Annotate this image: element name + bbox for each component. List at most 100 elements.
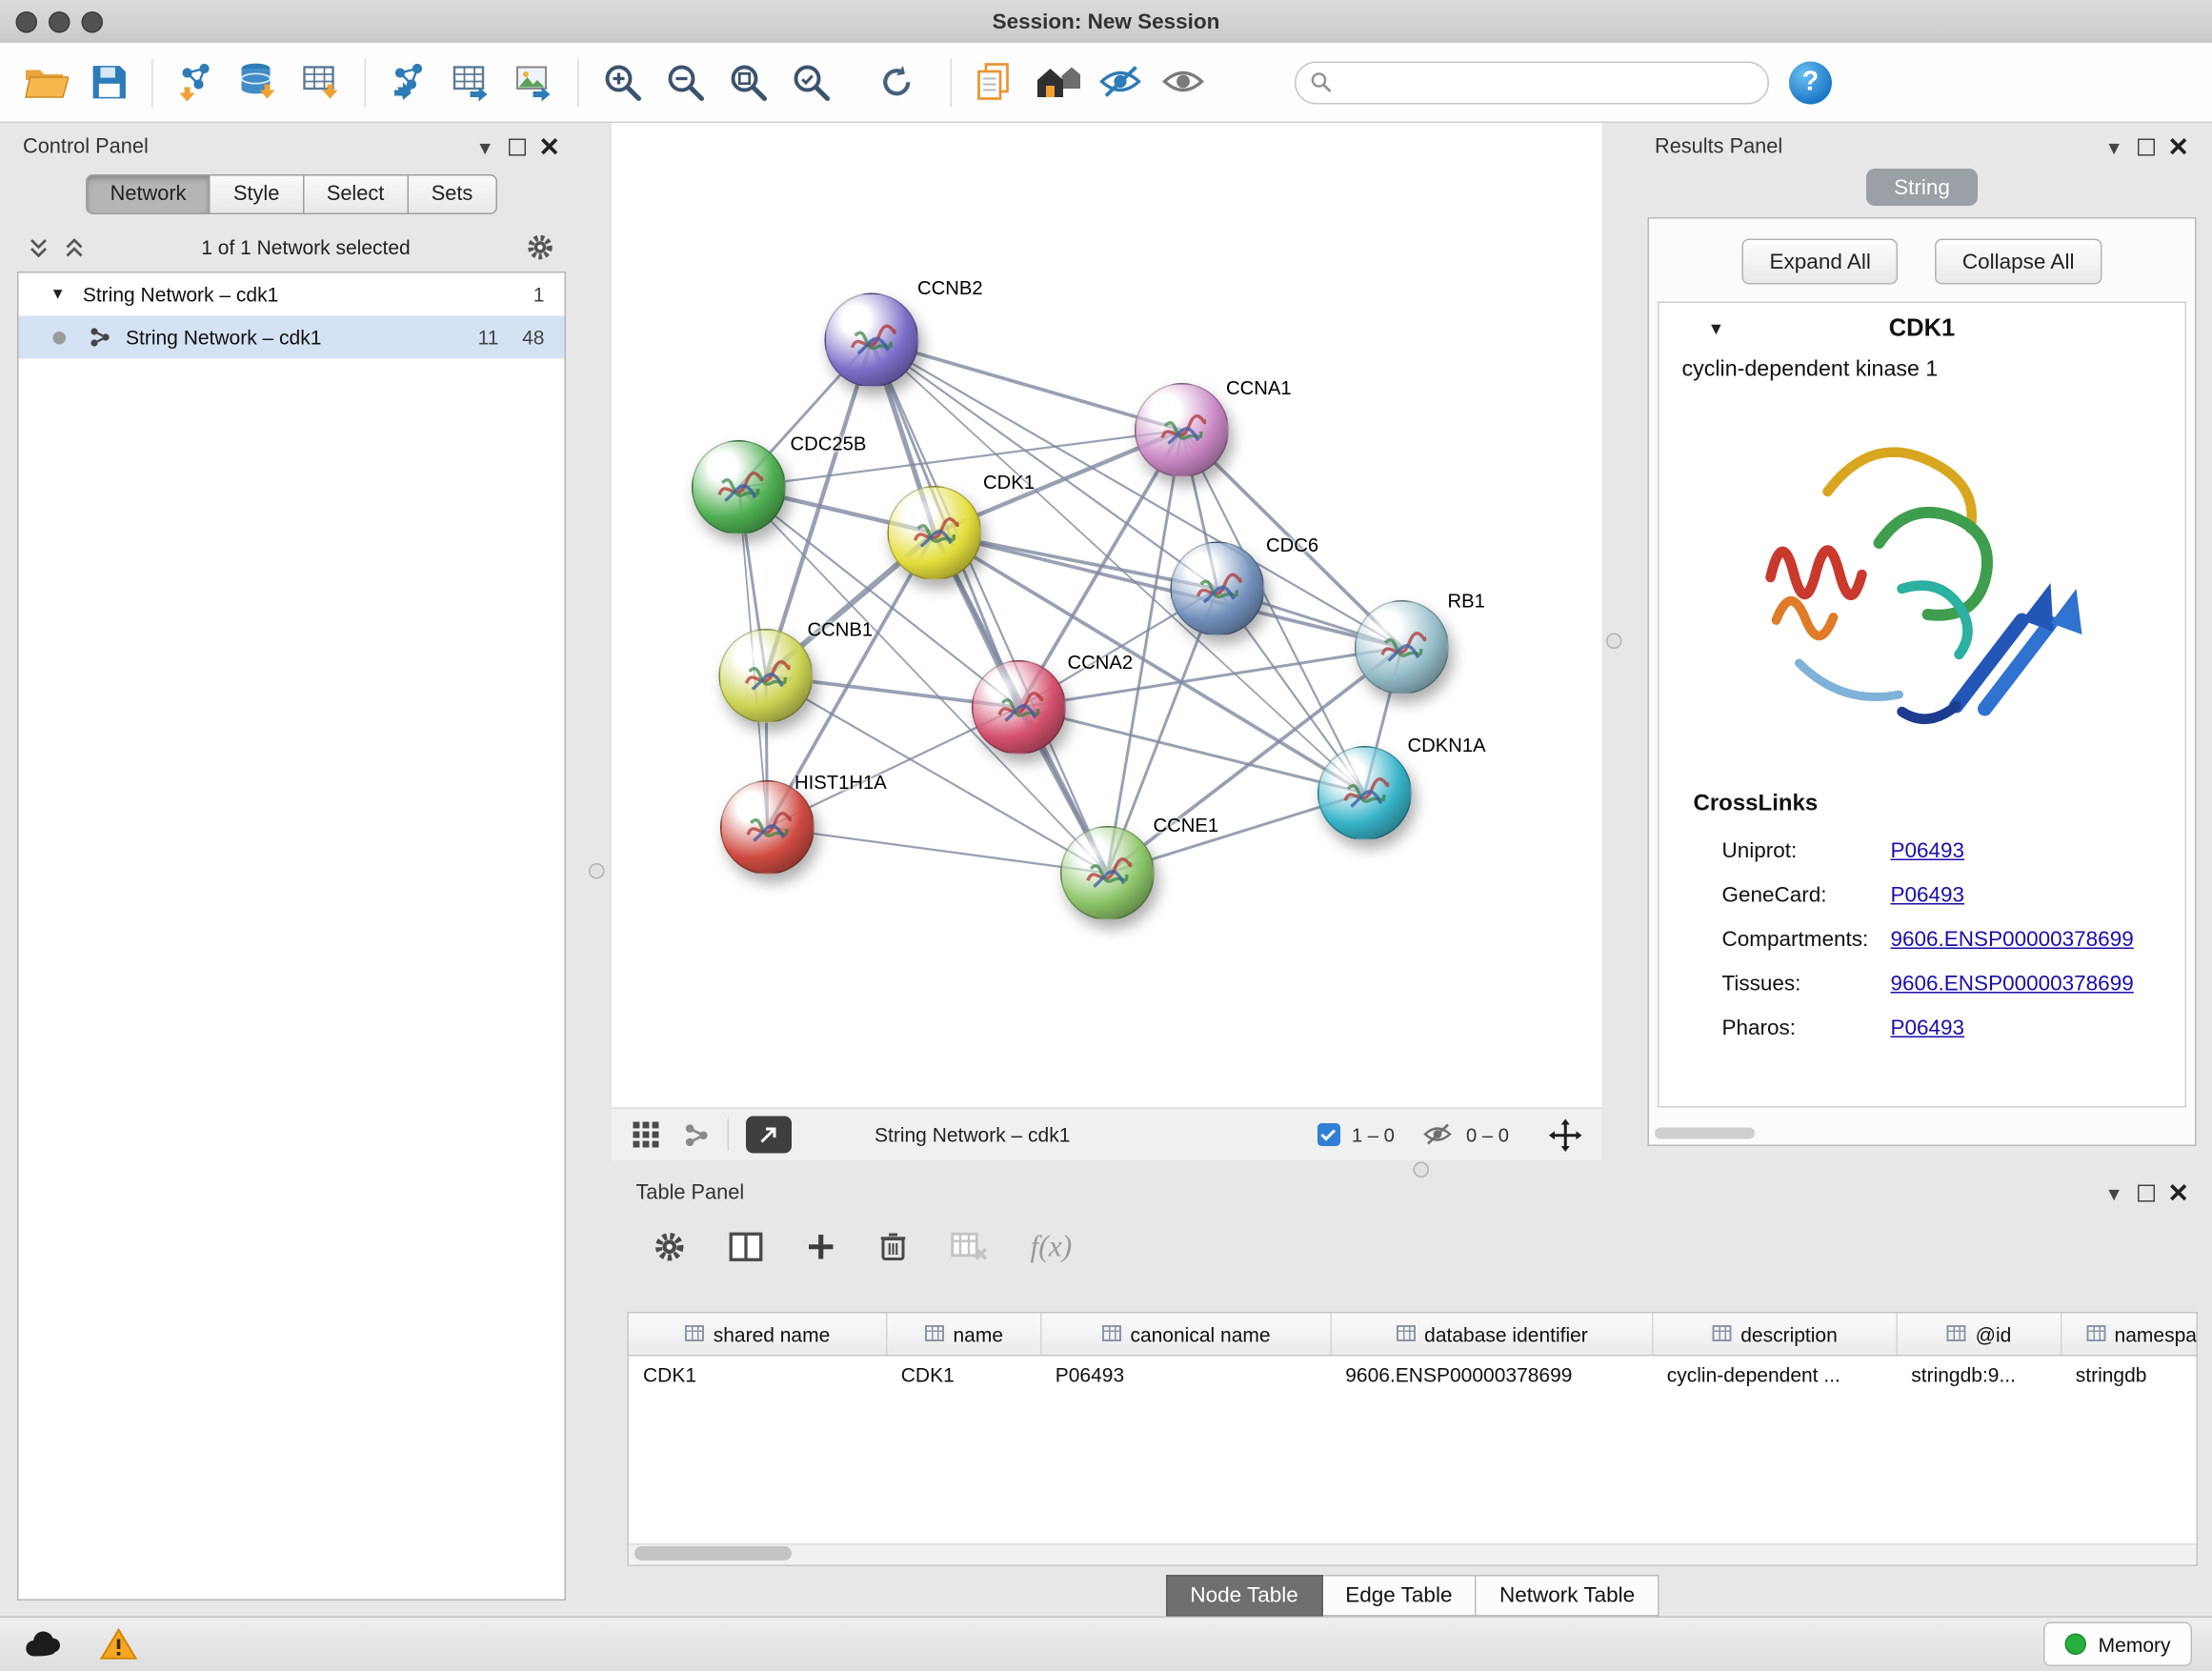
column-header-shared-name[interactable]: shared name <box>629 1314 887 1356</box>
hidden-eye-icon[interactable] <box>1420 1122 1455 1148</box>
results-scrollbar[interactable] <box>1655 1128 1755 1139</box>
column-header-canonical-name[interactable]: canonical name <box>1041 1314 1332 1356</box>
export-network-button[interactable] <box>377 50 440 113</box>
column-header--id[interactable]: @id <box>1897 1314 2061 1356</box>
horizontal-splitter-handle[interactable] <box>1414 1162 1430 1178</box>
table-cell[interactable]: 9606.ENSP00000378699 <box>1331 1356 1653 1394</box>
node-cdc25b[interactable] <box>692 440 786 534</box>
cloud-button[interactable] <box>20 1624 69 1664</box>
column-header-namespac[interactable]: namespac <box>2061 1314 2198 1356</box>
panel-float-icon[interactable] <box>2138 139 2155 156</box>
zoom-out-button[interactable] <box>654 50 716 113</box>
search-input[interactable] <box>1340 70 1754 95</box>
help-button[interactable]: ? <box>1789 61 1832 104</box>
function-builder-icon[interactable]: f(x) <box>1031 1228 1073 1264</box>
network-view-icon[interactable] <box>683 1121 711 1149</box>
crosslink-link[interactable]: 9606.ENSP00000378699 <box>1891 928 2134 953</box>
edge[interactable] <box>872 340 1108 874</box>
edge[interactable] <box>872 340 1182 431</box>
tab-node-table[interactable]: Node Table <box>1166 1575 1322 1617</box>
table-cell[interactable]: cyclin-dependent ... <box>1653 1356 1898 1394</box>
section-expand-icon[interactable]: ▼ <box>1708 319 1725 339</box>
open-session-button[interactable] <box>14 50 77 113</box>
grid-view-icon[interactable] <box>632 1120 660 1149</box>
network-canvas[interactable]: CCNB2CCNA1CDC25BCDK1CDC6RB1CCNB1CCNA2CDK… <box>612 123 1602 1108</box>
left-splitter-handle[interactable] <box>589 863 605 879</box>
expand-all-tree-icon[interactable] <box>29 236 50 258</box>
node-ccnb1[interactable] <box>719 629 814 723</box>
import-table-button[interactable] <box>291 50 353 113</box>
search-field[interactable] <box>1295 61 1769 104</box>
gear-icon[interactable] <box>526 233 554 262</box>
warnings-button[interactable] <box>94 1624 143 1664</box>
table-cell[interactable]: stringdb:9... <box>1897 1356 2061 1394</box>
table-hscroll-thumb[interactable] <box>634 1546 792 1560</box>
tab-edge-table[interactable]: Edge Table <box>1322 1575 1477 1617</box>
node-rb1[interactable] <box>1355 600 1449 695</box>
panel-collapse-icon[interactable]: ▼ <box>2105 1184 2123 1203</box>
import-network-file-button[interactable] <box>165 50 228 113</box>
panel-close-icon[interactable]: ✕ <box>2167 1180 2189 1206</box>
table-cell[interactable]: CDK1 <box>887 1356 1041 1394</box>
crosslink-link[interactable]: P06493 <box>1891 1017 1965 1041</box>
fit-content-crosshair-icon[interactable] <box>1549 1118 1582 1152</box>
collapse-all-tree-icon[interactable] <box>65 236 87 258</box>
table-cell[interactable]: P06493 <box>1041 1356 1332 1394</box>
crosslink-link[interactable]: P06493 <box>1891 839 1965 864</box>
right-splitter-handle[interactable] <box>1606 634 1622 650</box>
panel-close-icon[interactable]: ✕ <box>2167 134 2189 160</box>
panel-close-icon[interactable]: ✕ <box>538 134 560 160</box>
create-column-plus-icon[interactable] <box>806 1231 836 1261</box>
node-hist1h1a[interactable] <box>720 780 814 875</box>
panel-collapse-icon[interactable]: ▼ <box>2105 138 2123 157</box>
tab-sets[interactable]: Sets <box>409 174 497 214</box>
node-ccna1[interactable] <box>1135 383 1229 477</box>
memory-button[interactable]: Memory <box>2044 1622 2192 1667</box>
column-header-database-identifier[interactable]: database identifier <box>1331 1314 1653 1356</box>
column-header-description[interactable]: description <box>1653 1314 1898 1356</box>
save-session-button[interactable] <box>77 50 140 113</box>
import-network-database-button[interactable] <box>228 50 291 113</box>
table-cell[interactable]: CDK1 <box>629 1356 887 1394</box>
column-header-name[interactable]: name <box>887 1314 1041 1356</box>
node-cdkn1a[interactable] <box>1317 746 1412 840</box>
crosslink-link[interactable]: P06493 <box>1891 883 1965 908</box>
network-collection-row[interactable]: ▼ String Network – cdk1 1 <box>19 273 565 316</box>
tab-select[interactable]: Select <box>304 174 409 214</box>
network-row-selected[interactable]: String Network – cdk1 11 48 <box>19 316 565 359</box>
panel-float-icon[interactable] <box>509 139 526 156</box>
tab-network-table[interactable]: Network Table <box>1477 1575 1659 1617</box>
node-ccna2[interactable] <box>972 660 1066 755</box>
node-ccnb2[interactable] <box>825 293 919 388</box>
selected-checkbox-icon[interactable] <box>1317 1123 1340 1146</box>
zoom-fit-button[interactable] <box>716 50 779 113</box>
export-table-button[interactable] <box>440 50 503 113</box>
expand-all-button[interactable]: Expand All <box>1742 239 1898 285</box>
collapse-all-button[interactable]: Collapse All <box>1935 239 2101 285</box>
zoom-in-button[interactable] <box>591 50 654 113</box>
panel-collapse-icon[interactable]: ▼ <box>476 138 494 157</box>
string-tab[interactable]: String <box>1866 169 1978 206</box>
tree-expand-icon[interactable]: ▼ <box>50 286 66 303</box>
birds-eye-button[interactable] <box>1026 50 1089 113</box>
show-details-button[interactable] <box>1152 50 1215 113</box>
panel-float-icon[interactable] <box>2138 1185 2155 1202</box>
clone-network-button[interactable] <box>963 50 1026 113</box>
delete-column-trash-icon[interactable] <box>879 1231 908 1262</box>
table-settings-gear-icon[interactable] <box>654 1230 687 1263</box>
zoom-selected-button[interactable] <box>779 50 842 113</box>
node-ccne1[interactable] <box>1060 826 1155 920</box>
tab-style[interactable]: Style <box>211 174 304 214</box>
edge[interactable] <box>768 828 1108 874</box>
edge[interactable] <box>935 534 1402 648</box>
export-image-button[interactable] <box>503 50 566 113</box>
hide-details-button[interactable] <box>1089 50 1152 113</box>
node-cdc6[interactable] <box>1171 542 1265 636</box>
open-in-window-button[interactable] <box>746 1117 792 1154</box>
table-row[interactable]: CDK1CDK1P064939606.ENSP00000378699cyclin… <box>629 1356 2198 1394</box>
crosslink-link[interactable]: 9606.ENSP00000378699 <box>1891 972 2134 997</box>
show-columns-icon[interactable] <box>729 1231 763 1261</box>
node-cdk1[interactable] <box>888 486 982 580</box>
table-cell[interactable]: stringdb <box>2061 1356 2198 1394</box>
refresh-view-button[interactable] <box>865 50 928 113</box>
